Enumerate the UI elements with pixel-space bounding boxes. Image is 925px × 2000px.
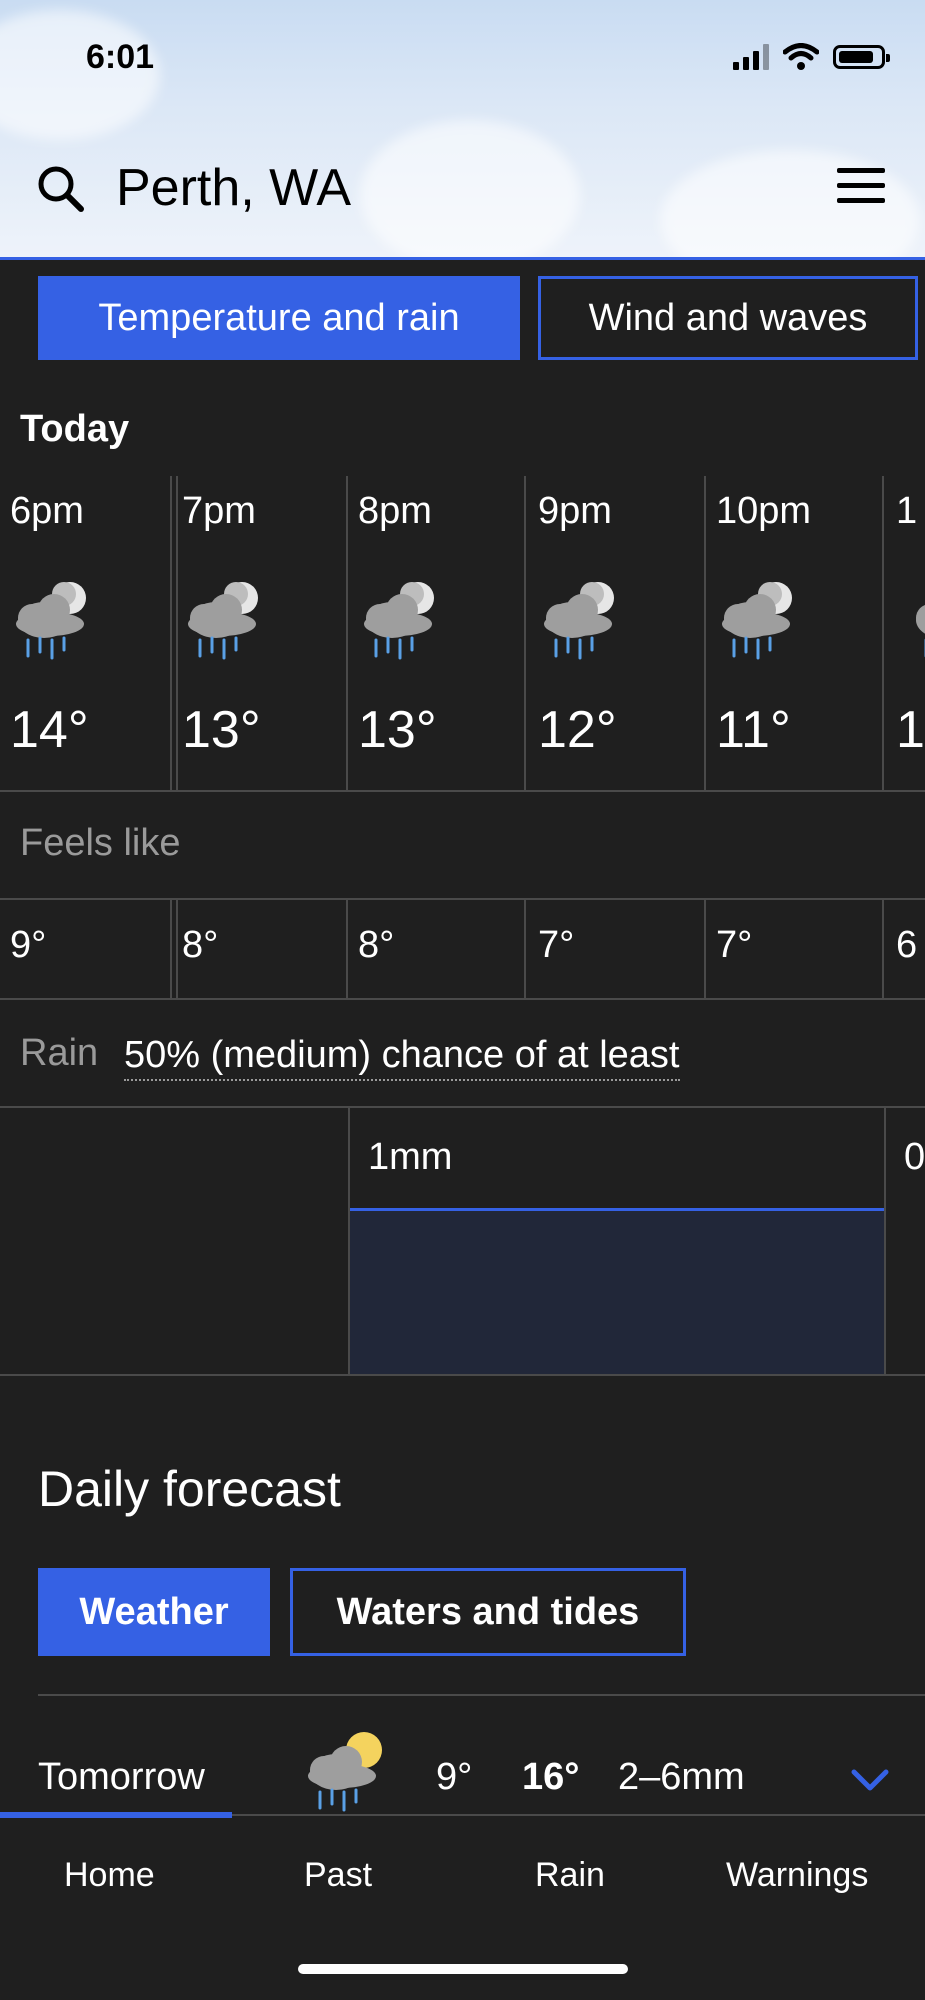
day-name[interactable]: Tomorrow: [38, 1756, 205, 1799]
hourly-forecast[interactable]: 6pm 14° 7pm 13° 8pm 13° 9pm 12° 10pm 11°…: [0, 476, 925, 790]
menu-icon[interactable]: [837, 168, 885, 213]
hour-time: 7pm: [182, 490, 256, 532]
location-title[interactable]: Perth, WA: [116, 158, 351, 218]
rain-night-icon: [16, 582, 86, 660]
day-rain-amount: 2–6mm: [618, 1756, 745, 1798]
feels-like-cell: 7°: [528, 900, 706, 998]
rain-chance-text[interactable]: 50% (medium) chance of at least: [124, 1034, 680, 1081]
feels-like-label: Feels like: [20, 822, 181, 864]
rain-night-icon: [722, 582, 792, 660]
tab-temperature-and-rain[interactable]: Temperature and rain: [38, 276, 520, 360]
wifi-icon: [783, 43, 819, 70]
feels-like-value: 8°: [182, 924, 219, 966]
hour-temp: 13°: [182, 701, 261, 759]
hour-temp: 12°: [538, 701, 617, 759]
hour-column[interactable]: 1 1: [886, 476, 925, 790]
nav-home[interactable]: Home: [64, 1856, 155, 1895]
feels-like-cell: 9°: [0, 900, 178, 998]
hour-temp: 13°: [358, 701, 437, 759]
rain-label: Rain: [20, 1032, 99, 1074]
day-max-temp: 16°: [522, 1756, 580, 1798]
tab-waters-and-tides[interactable]: Waters and tides: [290, 1568, 686, 1656]
cloud-decoration: [360, 120, 580, 257]
tab-wind-and-waves[interactable]: Wind and waves: [538, 276, 918, 360]
nav-past[interactable]: Past: [304, 1856, 372, 1895]
nav-warnings[interactable]: Warnings: [726, 1856, 868, 1895]
signal-icon: [733, 44, 769, 70]
hour-time: 10pm: [716, 490, 812, 532]
rain-amount: 1mm: [368, 1136, 453, 1178]
home-indicator[interactable]: [298, 1964, 628, 1974]
divider: [0, 1374, 925, 1376]
hour-column[interactable]: 7pm 13°: [170, 476, 348, 790]
day-min-temp: 9°: [436, 1756, 473, 1798]
status-time: 6:01: [86, 38, 155, 76]
feels-like-value: 7°: [538, 924, 575, 966]
tab-weather[interactable]: Weather: [38, 1568, 270, 1656]
divider: [38, 1694, 925, 1696]
rain-night-icon: [364, 582, 434, 660]
nav-rain[interactable]: Rain: [535, 1856, 605, 1895]
rain-night-icon: [544, 582, 614, 660]
chevron-down-icon[interactable]: [850, 1768, 890, 1794]
feels-like-cell: 8°: [170, 900, 348, 998]
daily-forecast-title: Daily forecast: [38, 1461, 341, 1517]
feels-like-cell: 6: [886, 900, 925, 998]
rain-night-icon: [188, 582, 258, 660]
search-icon[interactable]: [36, 164, 86, 214]
rain-sun-icon: [308, 1732, 382, 1812]
feels-like-value: 8°: [358, 924, 395, 966]
today-heading: Today: [20, 408, 130, 450]
hour-column[interactable]: 9pm 12°: [528, 476, 706, 790]
hour-column[interactable]: 10pm 11°: [706, 476, 884, 790]
header-divider: [0, 257, 925, 260]
hour-time: 8pm: [358, 490, 432, 532]
hour-temp: 1: [896, 701, 925, 759]
feels-like-value: 7°: [716, 924, 753, 966]
rain-amount: 0: [904, 1136, 925, 1178]
rain-night-icon: [916, 604, 925, 658]
divider: [0, 998, 925, 1000]
feels-like-value: 9°: [10, 924, 47, 966]
feels-like-value: 6: [896, 924, 918, 966]
hour-time: 9pm: [538, 490, 612, 532]
nav-active-indicator: [0, 1812, 232, 1818]
battery-icon: [833, 45, 890, 69]
hour-time: 1: [896, 490, 918, 532]
feels-like-cell: 8°: [348, 900, 526, 998]
hour-temp: 11°: [716, 701, 791, 759]
hour-column[interactable]: 8pm 13°: [348, 476, 526, 790]
feels-like-cell: 7°: [706, 900, 884, 998]
hour-column[interactable]: 6pm 14°: [0, 476, 178, 790]
status-icons: [733, 42, 890, 72]
rain-amount-cell: 1mm: [348, 1108, 886, 1374]
rain-amount-cell: 0: [886, 1108, 925, 1374]
hour-temp: 14°: [10, 701, 89, 759]
hour-time: 6pm: [10, 490, 84, 532]
header: 6:01 Perth, WA: [0, 0, 925, 257]
rain-bar: [350, 1208, 884, 1374]
divider: [0, 790, 925, 792]
